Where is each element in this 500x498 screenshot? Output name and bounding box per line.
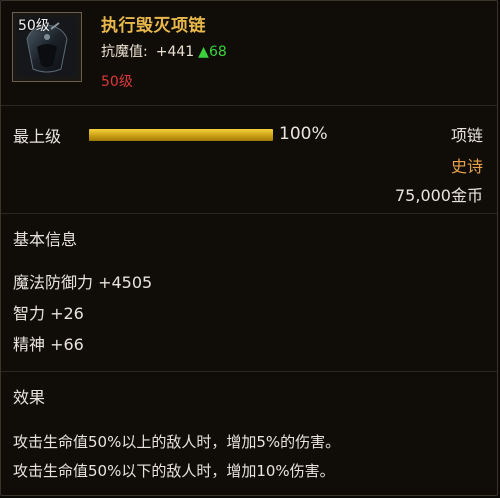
max-level-label: 最上级 [13, 127, 62, 146]
item-tooltip: 50级 执行毁灭项链 抗魔值: +441 ▲68 50级 最上级 100% 项链 史… [0, 0, 498, 496]
magic-resist-increase: 68 [208, 44, 227, 60]
item-price: 75,000金币 [395, 186, 483, 205]
increase-arrow-icon: ▲ [198, 44, 209, 60]
stat-line: 智力 +26 [13, 304, 84, 323]
item-header: 50级 执行毁灭项链 抗魔值: +441 ▲68 50级 [1, 1, 497, 93]
upgrade-progress-fill [89, 129, 273, 141]
item-type: 项链 [450, 126, 483, 145]
basic-info-title: 基本信息 [13, 230, 78, 249]
stat-line: 精神 +66 [13, 335, 84, 354]
magic-resist-value: +441 [155, 44, 195, 60]
effect-line: 攻击生命值50%以下的敌人时，增加10%伤害。 [13, 462, 335, 480]
effect-line: 攻击生命值50%以上的敌人时，增加5%的伤害。 [13, 433, 341, 451]
divider [1, 371, 497, 372]
upgrade-progress-bar [89, 129, 273, 141]
divider [1, 213, 497, 214]
magic-resist-row: 抗魔值: +441 ▲68 [101, 41, 227, 61]
effects-title: 效果 [13, 388, 46, 407]
required-level: 50级 [101, 74, 133, 90]
item-name: 执行毁灭项链 [101, 16, 206, 36]
upgrade-percent: 100% [279, 124, 328, 144]
magic-resist-label: 抗魔值: [101, 44, 148, 60]
stat-line: 魔法防御力 +4505 [13, 273, 153, 292]
item-level-badge: 50级 [18, 18, 50, 34]
item-slot[interactable]: 50级 [12, 12, 82, 82]
divider [1, 105, 497, 106]
item-rarity: 史诗 [450, 157, 483, 176]
